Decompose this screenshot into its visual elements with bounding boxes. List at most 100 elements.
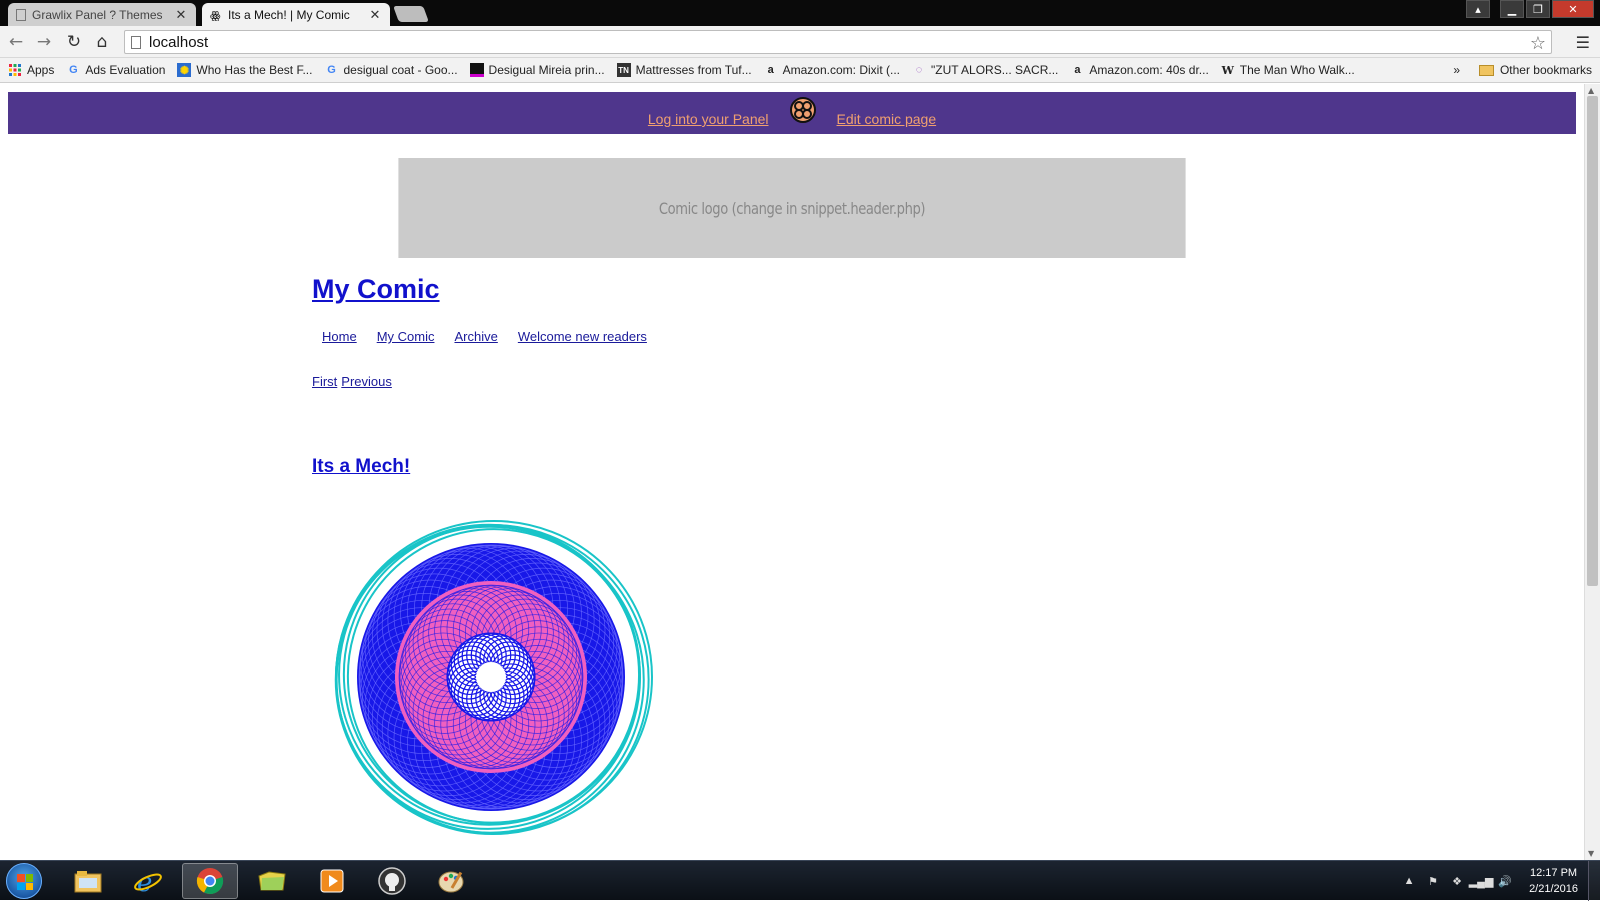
amazon-icon: a xyxy=(1074,64,1081,76)
home-icon[interactable]: ⌂ xyxy=(92,32,112,52)
bookmark-amazon-dixit[interactable]: a Amazon.com: Dixit (... xyxy=(764,63,900,77)
github-icon[interactable] xyxy=(364,863,420,899)
bookmark-label: Desigual Mireia prin... xyxy=(488,63,605,77)
forward-arrow-icon[interactable]: → xyxy=(34,32,54,52)
system-tray: ▲ ⚑ ❖ ▂▄▆ 🔊 12:17 PM 2/21/2016 xyxy=(1397,861,1600,901)
clock[interactable]: 12:17 PM 2/21/2016 xyxy=(1529,865,1578,897)
tab-close-icon[interactable]: ✕ xyxy=(368,7,382,23)
nav-home[interactable]: Home xyxy=(322,329,357,344)
page-icon xyxy=(131,35,141,49)
amazon-icon: a xyxy=(767,64,774,76)
folder-icon[interactable] xyxy=(244,863,300,899)
tab-close-icon[interactable]: ✕ xyxy=(174,7,188,23)
comic-title[interactable]: Its a Mech! xyxy=(312,456,410,478)
edit-comic-page-link[interactable]: Edit comic page xyxy=(837,111,937,127)
admin-bar: Log into your Panel Edit comic page xyxy=(8,92,1576,134)
user-profile-icon[interactable]: ▴ xyxy=(1466,0,1490,18)
bookmark-label: "ZUT ALORS... SACR... xyxy=(930,63,1059,77)
folder-icon xyxy=(1478,64,1494,76)
grawlix-favicon-icon: ꙮ xyxy=(210,9,222,23)
bookmark-label: The Man Who Walk... xyxy=(1239,63,1355,77)
google-icon: G xyxy=(327,64,336,76)
nav-my-comic[interactable]: My Comic xyxy=(377,329,435,344)
back-arrow-icon[interactable]: ← xyxy=(6,32,26,52)
scroll-down-icon[interactable]: ▼ xyxy=(1588,849,1594,858)
show-hidden-icons-icon[interactable]: ▲ xyxy=(1402,874,1416,888)
volume-icon[interactable]: 🔊 xyxy=(1498,874,1512,888)
nav-welcome-new-readers[interactable]: Welcome new readers xyxy=(518,329,647,344)
page-icon xyxy=(16,8,26,21)
bookmark-mattresses[interactable]: TN Mattresses from Tuf... xyxy=(616,63,752,77)
media-player-icon[interactable] xyxy=(304,863,360,899)
bookmark-apps[interactable]: Apps xyxy=(8,63,54,77)
paint-icon[interactable] xyxy=(424,863,480,899)
more-bookmarks-icon[interactable]: » xyxy=(1453,63,1460,77)
bookmark-star-icon[interactable]: ☆ xyxy=(1530,33,1546,54)
site-title[interactable]: My Comic xyxy=(312,274,440,305)
center-hole xyxy=(476,662,506,692)
bookmark-label: Amazon.com: 40s dr... xyxy=(1089,63,1209,77)
bookmark-man-who-walk[interactable]: W The Man Who Walk... xyxy=(1221,63,1355,77)
bookmarks-bar: Apps G Ads Evaluation ✺ Who Has the Best… xyxy=(0,58,1600,83)
bookmark-label: Mattresses from Tuf... xyxy=(635,63,752,77)
svg-text:ꙮ: ꙮ xyxy=(210,9,221,21)
address-bar[interactable]: localhost xyxy=(124,30,1552,54)
bookmark-label: desigual coat - Goo... xyxy=(343,63,458,77)
tab-its-a-mech[interactable]: ꙮ Its a Mech! | My Comic ✕ xyxy=(202,3,390,26)
start-button[interactable] xyxy=(6,863,42,899)
main-nav: Home My Comic Archive Welcome new reader… xyxy=(322,329,647,344)
bookmark-who-has-best[interactable]: ✺ Who Has the Best F... xyxy=(177,63,312,77)
login-panel-link[interactable]: Log into your Panel xyxy=(648,111,769,127)
restore-button[interactable]: ❐ xyxy=(1526,0,1550,18)
windows-taskbar: e ▲ ⚑ ❖ ▂▄▆ 🔊 12:17 PM 2/21/2016 xyxy=(0,860,1600,901)
new-tab-button[interactable] xyxy=(393,6,429,22)
tab-title: Its a Mech! | My Comic xyxy=(228,7,350,22)
bookmark-ads-evaluation[interactable]: G Ads Evaluation xyxy=(66,63,165,77)
comic-image[interactable] xyxy=(326,512,656,842)
chat-icon: ◌ xyxy=(915,64,923,76)
internet-explorer-icon[interactable]: e xyxy=(120,863,176,899)
site-icon: ✺ xyxy=(177,63,192,77)
windows-logo-icon xyxy=(17,874,33,890)
bookmark-desigual-mireia[interactable]: Desigual Mireia prin... xyxy=(469,63,605,77)
clock-time: 12:17 PM xyxy=(1529,867,1578,879)
bookmark-desigual-coat[interactable]: G desigual coat - Goo... xyxy=(324,63,457,77)
site-icon xyxy=(469,63,484,77)
tab-strip: Grawlix Panel ? Themes ✕ ꙮ Its a Mech! |… xyxy=(0,0,1600,26)
chrome-icon[interactable] xyxy=(182,863,238,899)
comic-logo-placeholder[interactable]: Comic logo (change in snippet.header.php… xyxy=(398,158,1186,258)
tab-title: Grawlix Panel ? Themes xyxy=(32,7,163,22)
address-text: localhost xyxy=(149,33,209,51)
bookmark-zut-alors[interactable]: ◌ "ZUT ALORS... SACR... xyxy=(912,63,1059,77)
apps-grid-icon xyxy=(8,63,22,77)
file-explorer-icon[interactable] xyxy=(60,863,116,899)
window-controls: ▴ ▁ ❐ ✕ xyxy=(1466,0,1594,18)
first-page-link[interactable]: First xyxy=(312,374,337,389)
network-signal-icon[interactable]: ▂▄▆ xyxy=(1469,874,1494,888)
scroll-up-icon[interactable]: ▲ xyxy=(1588,86,1594,95)
bookmark-amazon-40s[interactable]: a Amazon.com: 40s dr... xyxy=(1070,63,1208,77)
scrollbar-thumb[interactable] xyxy=(1587,96,1598,586)
logo-placeholder-text: Comic logo (change in snippet.header.php… xyxy=(658,198,926,218)
action-center-flag-icon[interactable]: ⚑ xyxy=(1426,874,1440,888)
tn-icon: TN xyxy=(616,63,631,77)
clock-date: 2/21/2016 xyxy=(1529,883,1578,895)
minimize-button[interactable]: ▁ xyxy=(1500,0,1524,18)
bookmark-label: Ads Evaluation xyxy=(85,63,166,77)
other-bookmarks[interactable]: Other bookmarks xyxy=(1478,63,1592,77)
nav-archive[interactable]: Archive xyxy=(454,329,497,344)
close-window-button[interactable]: ✕ xyxy=(1552,0,1594,18)
wikipedia-icon: W xyxy=(1221,63,1234,77)
previous-page-link[interactable]: Previous xyxy=(341,374,392,389)
web-page: Log into your Panel Edit comic page Comi… xyxy=(0,84,1584,860)
other-bookmarks-label: Other bookmarks xyxy=(1499,63,1592,77)
reload-icon[interactable]: ↻ xyxy=(64,32,84,52)
bookmark-label: Apps xyxy=(27,63,55,77)
google-icon: G xyxy=(69,64,78,76)
show-desktop-button[interactable] xyxy=(1588,861,1600,901)
chrome-menu-icon[interactable]: ☰ xyxy=(1576,33,1590,52)
tab-grawlix-panel[interactable]: Grawlix Panel ? Themes ✕ xyxy=(8,3,196,26)
grawlix-logo-icon[interactable] xyxy=(789,96,817,124)
dropbox-icon[interactable]: ❖ xyxy=(1450,874,1464,888)
vertical-scrollbar[interactable]: ▲ ▼ xyxy=(1584,84,1600,860)
